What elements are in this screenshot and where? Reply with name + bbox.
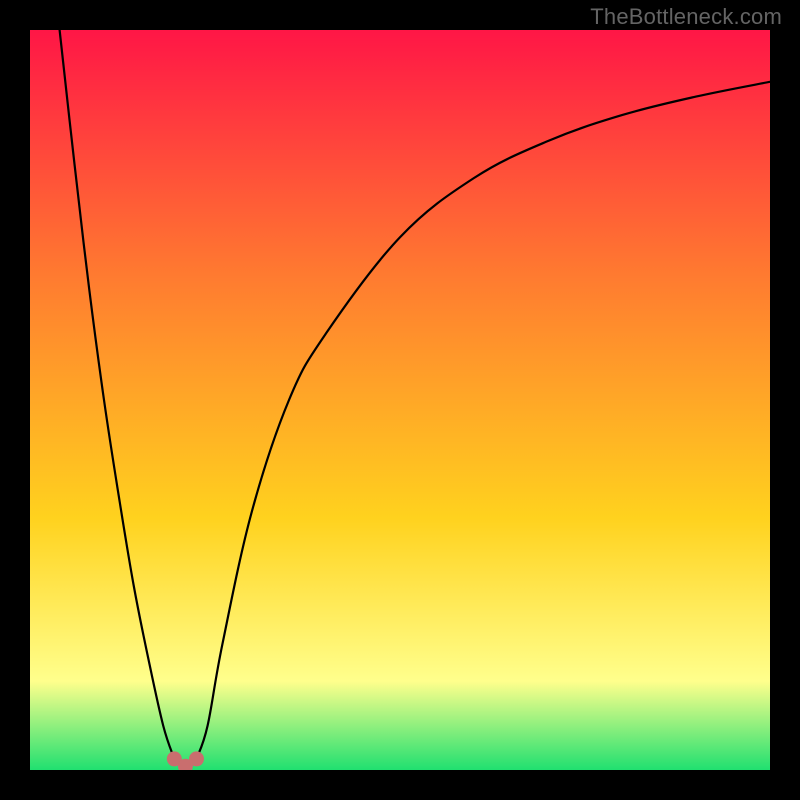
- marker-min-right: [189, 751, 204, 766]
- gradient-background: [30, 30, 770, 770]
- outer-frame: TheBottleneck.com: [0, 0, 800, 800]
- watermark-text: TheBottleneck.com: [590, 4, 782, 30]
- chart-plot-area: [30, 30, 770, 770]
